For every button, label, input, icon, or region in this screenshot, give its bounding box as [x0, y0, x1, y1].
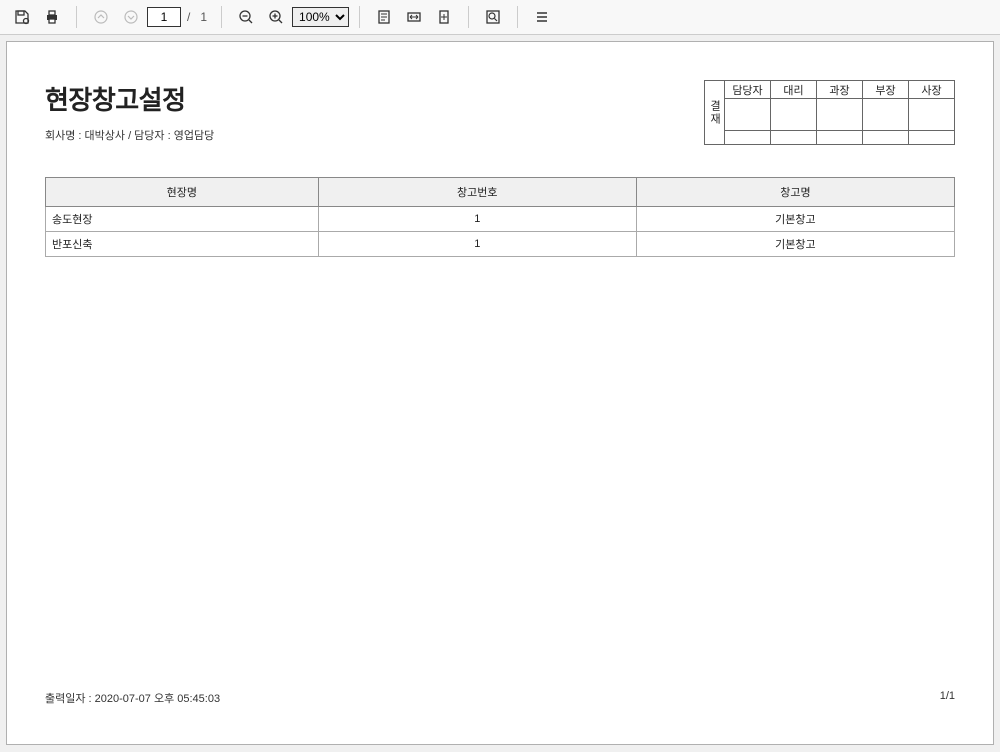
- approval-date-row: [725, 131, 955, 145]
- document-page: 현장창고설정 회사명 : 대박상사 / 담당자 : 영업담당 결재 담당자 대리…: [6, 41, 994, 745]
- approval-sign-row: [725, 99, 955, 131]
- separator: [221, 6, 222, 28]
- page-area: 현장창고설정 회사명 : 대박상사 / 담당자 : 영업담당 결재 담당자 대리…: [0, 35, 1000, 752]
- footer-timestamp: 출력일자 : 2020-07-07 오후 05:45:03: [45, 690, 220, 706]
- approval-cell: [725, 99, 771, 131]
- page-view-icon[interactable]: [370, 4, 398, 30]
- col-header: 창고명: [636, 178, 954, 207]
- cell-name: 기본창고: [636, 232, 954, 257]
- separator: [517, 6, 518, 28]
- approval-header: 과장: [817, 81, 863, 99]
- search-icon[interactable]: [479, 4, 507, 30]
- approval-header: 담당자: [725, 81, 771, 99]
- separator: [468, 6, 469, 28]
- page-total-label: 1: [200, 10, 207, 24]
- cell-site: 송도현장: [46, 207, 319, 232]
- page-subtitle: 회사명 : 대박상사 / 담당자 : 영업담당: [45, 127, 214, 143]
- zoom-select[interactable]: 50%75%100%125%150%200%: [292, 7, 349, 27]
- approval-cell: [817, 99, 863, 131]
- zoom-out-icon[interactable]: [232, 4, 260, 30]
- approval-cell: [817, 131, 863, 145]
- col-header: 현장명: [46, 178, 319, 207]
- data-table: 현장명 창고번호 창고명 송도현장 1 기본창고 반포신축 1 기본창고: [45, 177, 955, 257]
- approval-cell: [771, 99, 817, 131]
- approval-label: 결재: [704, 80, 724, 145]
- print-icon[interactable]: [38, 4, 66, 30]
- approval-header-row: 담당자 대리 과장 부장 사장: [725, 81, 955, 99]
- fit-page-icon[interactable]: [430, 4, 458, 30]
- toolbar: / 1 50%75%100%125%150%200%: [0, 0, 1000, 35]
- approval-header: 부장: [863, 81, 909, 99]
- approval-cell: [725, 131, 771, 145]
- approval-header: 사장: [909, 81, 955, 99]
- cell-name: 기본창고: [636, 207, 954, 232]
- zoom-in-icon[interactable]: [262, 4, 290, 30]
- fit-width-icon[interactable]: [400, 4, 428, 30]
- page-sep-label: /: [187, 10, 190, 24]
- page-title: 현장창고설정: [45, 80, 214, 117]
- approval-cell: [909, 99, 955, 131]
- page-footer: 출력일자 : 2020-07-07 오후 05:45:03 1/1: [45, 690, 955, 706]
- menu-icon[interactable]: [528, 4, 556, 30]
- approval-box: 결재 담당자 대리 과장 부장 사장: [704, 80, 955, 145]
- separator: [76, 6, 77, 28]
- approval-cell: [909, 131, 955, 145]
- footer-page-number: 1/1: [940, 690, 955, 706]
- col-header: 창고번호: [318, 178, 636, 207]
- approval-cell: [863, 99, 909, 131]
- prev-page-icon[interactable]: [87, 4, 115, 30]
- cell-num: 1: [318, 207, 636, 232]
- page-number-input[interactable]: [147, 7, 181, 27]
- cell-num: 1: [318, 232, 636, 257]
- table-row: 반포신축 1 기본창고: [46, 232, 955, 257]
- approval-cell: [771, 131, 817, 145]
- approval-header: 대리: [771, 81, 817, 99]
- separator: [359, 6, 360, 28]
- table-row: 송도현장 1 기본창고: [46, 207, 955, 232]
- cell-site: 반포신축: [46, 232, 319, 257]
- next-page-icon[interactable]: [117, 4, 145, 30]
- approval-cell: [863, 131, 909, 145]
- save-icon[interactable]: [8, 4, 36, 30]
